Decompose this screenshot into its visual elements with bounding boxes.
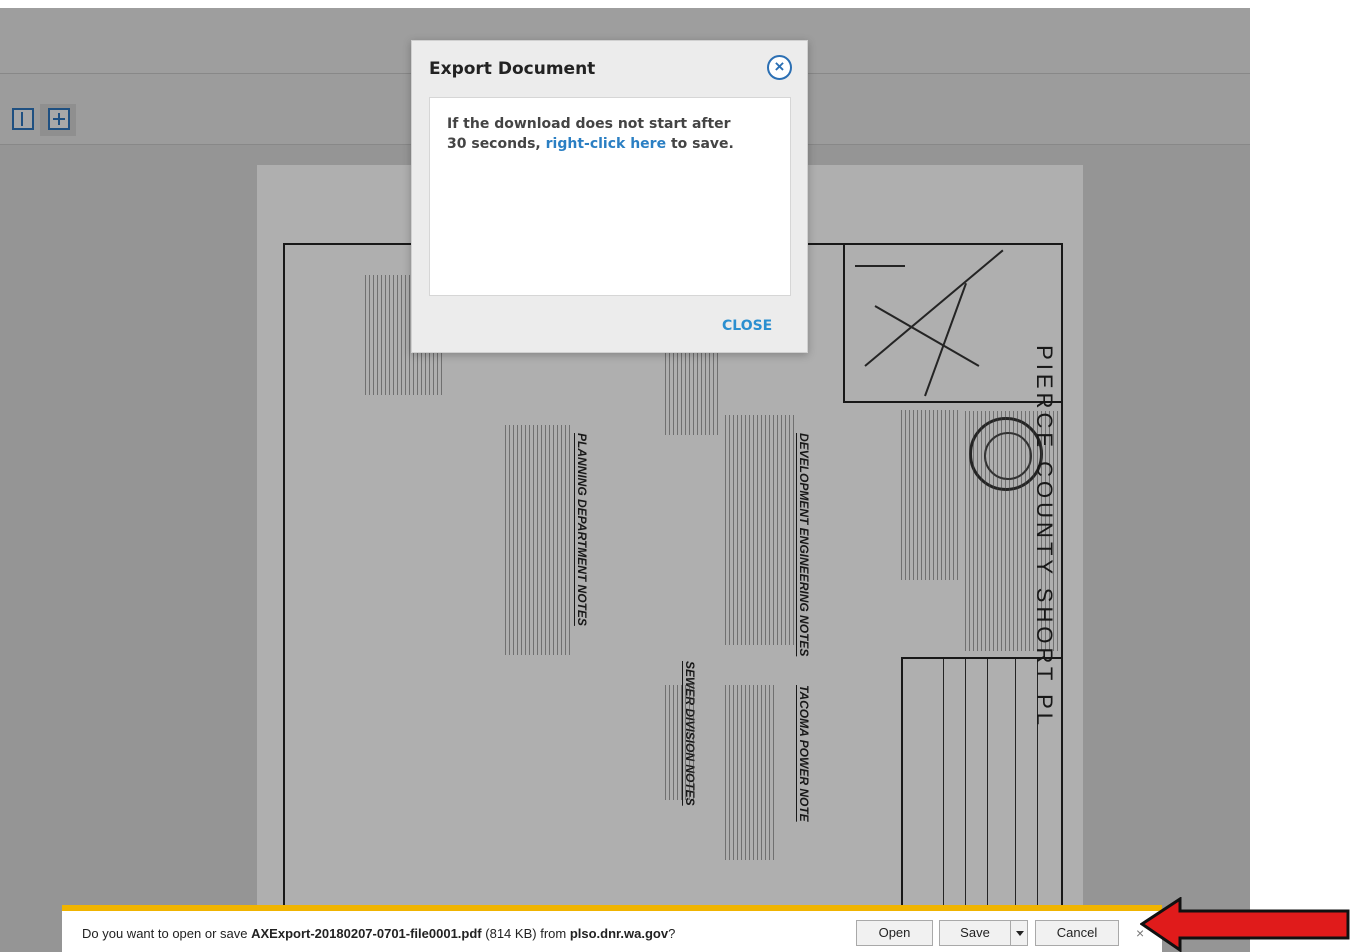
download-prompt: Do you want to open or save AXExport-201… [82,926,675,941]
red-arrow-annotation-icon [1140,897,1350,952]
download-notification-bar: Do you want to open or save AXExport-201… [62,905,1162,952]
close-icon[interactable]: × [767,55,792,80]
save-button[interactable]: Save [939,920,1011,946]
dialog-title: Export Document [429,59,596,79]
from-text: from [540,926,567,941]
prompt-text: Do you want to open or save [82,926,248,941]
save-options-chevron-down-icon[interactable] [1010,920,1028,946]
export-document-dialog: Export Document × If the download does n… [411,40,808,353]
dialog-body: If the download does not start after 30 … [429,97,791,296]
download-source: plso.dnr.wa.gov [569,926,669,941]
download-filename: AXExport-20180207-0701-file0001.pdf [251,926,482,941]
prompt-suffix: ? [668,926,676,941]
message-text-end: to save. [670,136,734,152]
right-click-link[interactable]: right-click here [546,136,666,152]
download-message: If the download does not start after 30 … [447,114,747,154]
file-size: (814 KB) [485,926,537,941]
close-button[interactable]: CLOSE [722,318,772,334]
cancel-button[interactable]: Cancel [1035,920,1119,946]
open-button[interactable]: Open [856,920,933,946]
